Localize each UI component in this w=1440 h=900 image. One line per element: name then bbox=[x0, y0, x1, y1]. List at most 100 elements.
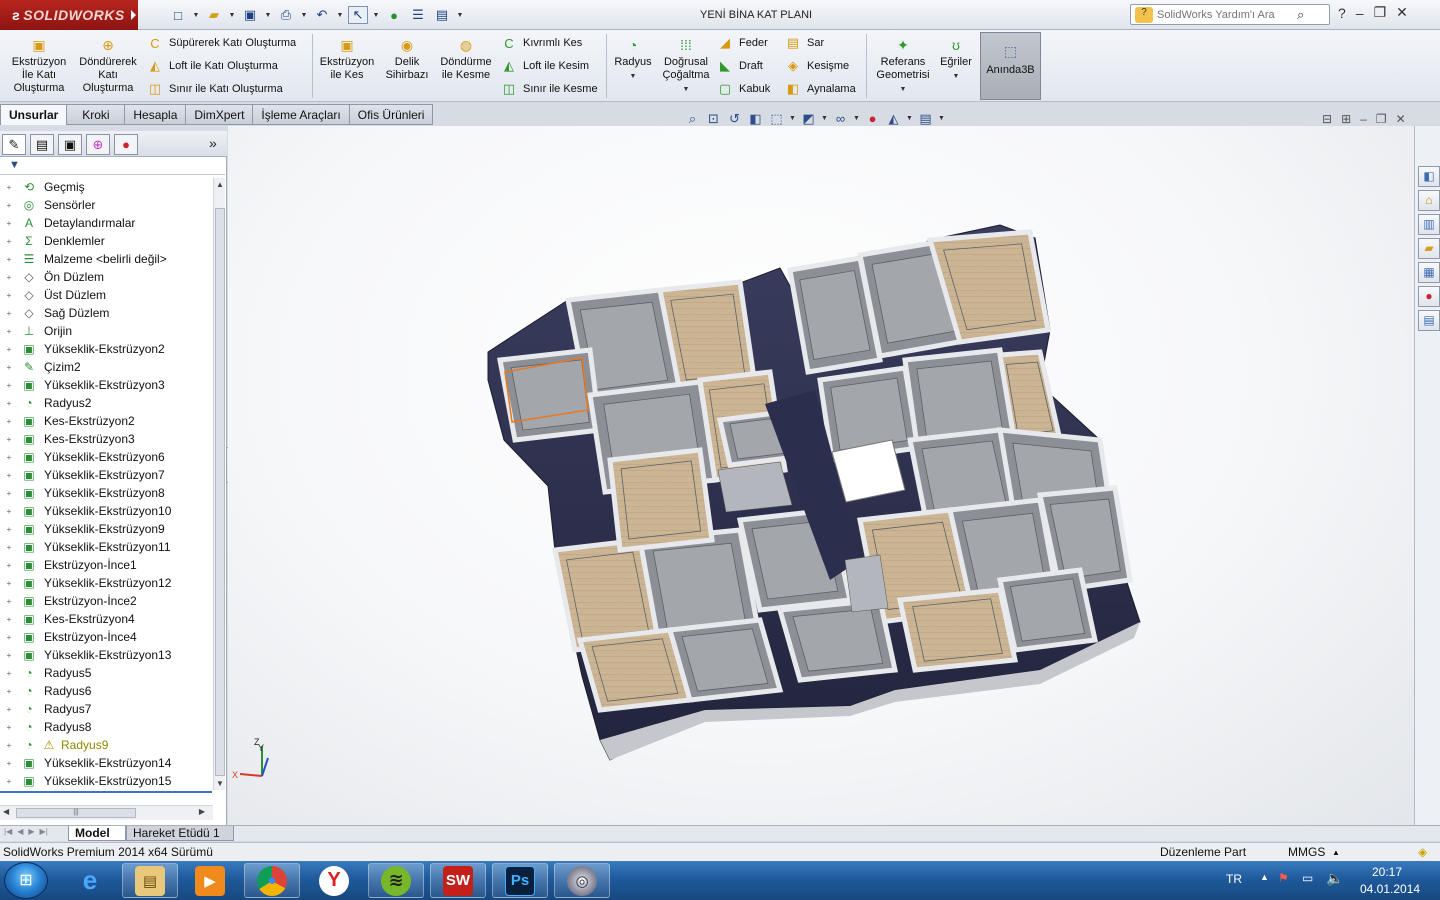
feature-tree-item[interactable]: + ▣ Ekstrüzyon-İnce2 bbox=[0, 592, 212, 610]
boundary-boss-button[interactable]: ◫ Sınır ile Katı Oluşturma bbox=[146, 80, 283, 98]
expand-toggle-icon[interactable]: + bbox=[4, 777, 14, 786]
undo-icon[interactable]: ↶ bbox=[312, 6, 332, 24]
instant3d-button[interactable]: ⬚ Anında3B bbox=[980, 32, 1041, 100]
boundary-cut-button[interactable]: ◫ Sınır ile Kesme bbox=[500, 80, 598, 98]
swept-cut-button[interactable]: C Kıvrımlı Kes bbox=[500, 34, 582, 52]
feature-tree-item[interactable]: + ◔ Radyus7 bbox=[0, 700, 212, 718]
feature-tree-item[interactable]: + ◔ Radyus5 bbox=[0, 664, 212, 682]
feature-tree-item[interactable]: + ◇ Sağ Düzlem bbox=[0, 304, 212, 322]
feature-tree-item[interactable]: + ▣ Yükseklik-Ekstrüzyon11 bbox=[0, 538, 212, 556]
expand-toggle-icon[interactable]: + bbox=[4, 327, 14, 336]
expand-toggle-icon[interactable]: + bbox=[4, 201, 14, 210]
display-style-icon[interactable]: ◩ bbox=[800, 110, 817, 127]
view-palette-icon[interactable]: ▦ bbox=[1418, 262, 1440, 283]
rollback-bar[interactable] bbox=[0, 791, 212, 793]
restore-icon[interactable]: ❐ bbox=[1374, 4, 1387, 21]
network-icon[interactable]: ▭ bbox=[1302, 871, 1313, 885]
expand-toggle-icon[interactable]: + bbox=[4, 615, 14, 624]
help-search-input[interactable] bbox=[1157, 8, 1295, 21]
spotify-icon[interactable]: ≋ bbox=[368, 863, 424, 898]
minimize-icon[interactable]: – bbox=[1356, 5, 1364, 21]
expand-toggle-icon[interactable]: + bbox=[4, 507, 14, 516]
tab-dimxpert[interactable]: DimXpert bbox=[186, 104, 254, 125]
show-hidden-icons-icon[interactable]: ▲ bbox=[1260, 872, 1269, 882]
graphics-area[interactable]: Z Y X bbox=[228, 126, 1414, 825]
pattern-dropdown-icon[interactable]: ▼ bbox=[683, 86, 690, 93]
view-settings-dropdown-icon[interactable]: ▼ bbox=[938, 115, 945, 122]
expand-toggle-icon[interactable]: + bbox=[4, 687, 14, 696]
units-dropdown-icon[interactable]: ▲ bbox=[1332, 848, 1340, 857]
feature-tree-item[interactable]: + ✎ Çizim2 bbox=[0, 358, 212, 376]
display-style-dropdown-icon[interactable]: ▼ bbox=[821, 115, 828, 122]
expand-panel-icon[interactable]: » bbox=[209, 135, 217, 151]
print-dropdown-icon[interactable]: ▼ bbox=[300, 6, 308, 24]
feature-tree-item[interactable]: + ▣ Yükseklik-Ekstrüzyon10 bbox=[0, 502, 212, 520]
tile-view-icon[interactable]: ⊞ bbox=[1341, 112, 1351, 126]
yandex-browser-icon[interactable]: Y bbox=[306, 863, 362, 898]
expand-toggle-icon[interactable]: + bbox=[4, 579, 14, 588]
photoshop-icon[interactable]: Ps bbox=[492, 863, 548, 898]
expand-toggle-icon[interactable]: + bbox=[4, 453, 14, 462]
expand-toggle-icon[interactable]: + bbox=[4, 183, 14, 192]
loft-boss-button[interactable]: ◭ Loft ile Katı Oluşturma bbox=[146, 57, 278, 75]
clock-time[interactable]: 20:17 bbox=[1372, 865, 1402, 879]
solidworks-logo[interactable]: ƨ SOLIDWORKS bbox=[0, 0, 138, 30]
fillet-dropdown-icon[interactable]: ▼ bbox=[630, 73, 637, 80]
feature-tree-item[interactable]: + ◎ Sensörler bbox=[0, 196, 212, 214]
reference-geometry-button[interactable]: ✦ Referans Geometrisi ▼ bbox=[872, 36, 934, 96]
scroll-up-icon[interactable]: ▲ bbox=[216, 180, 224, 189]
expand-toggle-icon[interactable]: + bbox=[4, 597, 14, 606]
display-manager-tab-icon[interactable]: ● bbox=[114, 134, 138, 155]
feature-tree-item[interactable]: + ⟲ Geçmiş bbox=[0, 178, 212, 196]
expand-toggle-icon[interactable]: + bbox=[4, 651, 14, 660]
rebuild-status-icon[interactable]: ◈ bbox=[1418, 845, 1427, 859]
expand-toggle-icon[interactable]: + bbox=[4, 273, 14, 282]
linear-pattern-button[interactable]: ⁞⁞⁞ Doğrusal Çoğaltma ▼ bbox=[660, 36, 712, 96]
scene-icon[interactable]: ◭ bbox=[885, 110, 902, 127]
expand-toggle-icon[interactable]: + bbox=[4, 723, 14, 732]
feature-tree-item[interactable]: + ◇ Ön Düzlem bbox=[0, 268, 212, 286]
expand-toggle-icon[interactable]: + bbox=[4, 669, 14, 678]
extrude-boss-button[interactable]: ▣ Ekstrüzyon İle Katı Oluşturma bbox=[8, 36, 70, 95]
help-search-box[interactable]: ? ⌕ bbox=[1130, 4, 1330, 25]
save-icon[interactable]: ▣ bbox=[240, 6, 260, 24]
open-folder-icon[interactable]: ▰ bbox=[204, 6, 224, 24]
file-explorer-icon[interactable]: ▰ bbox=[1418, 238, 1440, 259]
feature-tree-item[interactable]: + ▣ Yükseklik-Ekstrüzyon9 bbox=[0, 520, 212, 538]
options-icon[interactable]: ▤ bbox=[432, 6, 452, 24]
feature-tree-item[interactable]: + ◔ ⚠ Radyus9 bbox=[0, 736, 212, 754]
feature-tree-item[interactable]: + ▣ Yükseklik-Ekstrüzyon15 bbox=[0, 772, 212, 790]
ref-geometry-dropdown-icon[interactable]: ▼ bbox=[900, 86, 907, 93]
tab-model[interactable]: Model bbox=[68, 826, 126, 841]
save-dropdown-icon[interactable]: ▼ bbox=[264, 6, 272, 24]
dimxpert-manager-tab-icon[interactable]: ⊕ bbox=[86, 134, 110, 155]
options-dropdown-icon[interactable]: ▼ bbox=[456, 6, 464, 24]
building-model[interactable] bbox=[228, 126, 1414, 825]
clock-date[interactable]: 04.01.2014 bbox=[1360, 882, 1420, 896]
previous-view-icon[interactable]: ↺ bbox=[726, 110, 743, 127]
tab-unsurlar[interactable]: Unsurlar bbox=[0, 104, 68, 125]
hole-wizard-button[interactable]: ◉ Delik Sihirbazı bbox=[382, 36, 432, 82]
viewport-minimize-icon[interactable]: – bbox=[1360, 112, 1367, 126]
fillet-button[interactable]: ◔ Radyus ▼ bbox=[612, 36, 654, 83]
swept-boss-button[interactable]: C Süpürerek Katı Oluşturma bbox=[146, 34, 296, 52]
draft-button[interactable]: ◣ Draft bbox=[716, 57, 763, 75]
tab-kroki[interactable]: Kroki bbox=[67, 104, 126, 125]
expand-toggle-icon[interactable]: + bbox=[4, 255, 14, 264]
viewport-restore-icon[interactable]: ❐ bbox=[1376, 112, 1387, 126]
select-cursor-icon[interactable]: ↖ bbox=[348, 6, 368, 24]
solidworks-resources-icon[interactable]: ◧ bbox=[1418, 166, 1440, 187]
new-document-icon[interactable]: □ bbox=[168, 6, 188, 24]
curves-button[interactable]: ʊ Eğriler ▼ bbox=[938, 36, 974, 83]
feature-tree-item[interactable]: + ◔ Radyus6 bbox=[0, 682, 212, 700]
expand-toggle-icon[interactable]: + bbox=[4, 561, 14, 570]
appearances-icon[interactable]: ● bbox=[1418, 286, 1440, 307]
feature-tree-item[interactable]: + ▣ Yükseklik-Ekstrüzyon7 bbox=[0, 466, 212, 484]
expand-toggle-icon[interactable]: + bbox=[4, 525, 14, 534]
split-view-icon[interactable]: ⊟ bbox=[1322, 112, 1332, 126]
scroll-left-icon[interactable]: ◀ bbox=[3, 807, 9, 816]
feature-tree-item[interactable]: + ◇ Üst Düzlem bbox=[0, 286, 212, 304]
close-icon[interactable]: ✕ bbox=[1396, 4, 1408, 21]
revolve-cut-button[interactable]: ◍ Döndürme ile Kesme bbox=[436, 36, 496, 82]
expand-toggle-icon[interactable]: + bbox=[4, 543, 14, 552]
